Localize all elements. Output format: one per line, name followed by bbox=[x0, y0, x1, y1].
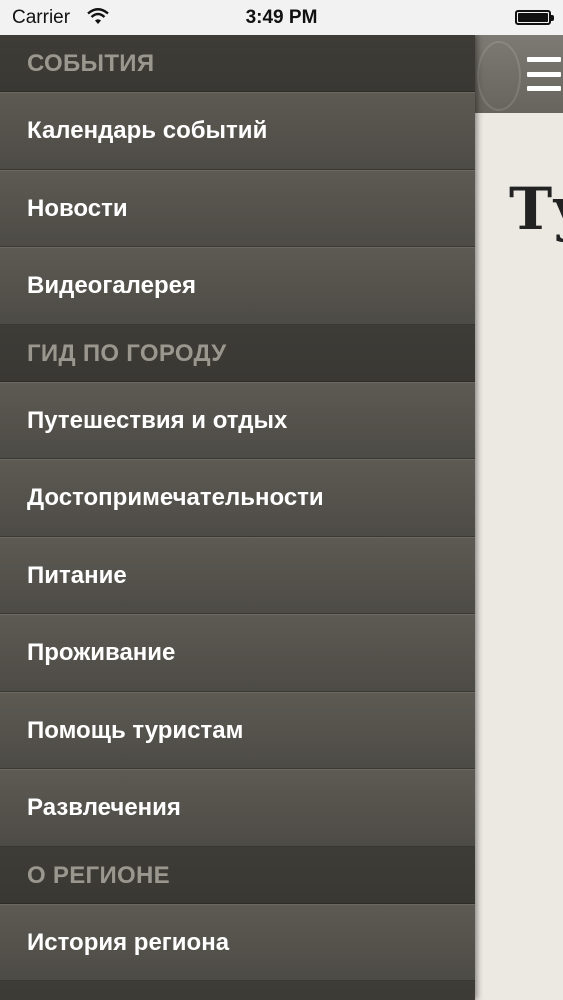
menu-section-header: О РЕГИОНЕ bbox=[0, 846, 475, 904]
page-title: Ту bbox=[509, 175, 563, 243]
hamburger-menu-icon[interactable] bbox=[523, 57, 563, 91]
menu-item[interactable]: Развлечения bbox=[0, 769, 475, 847]
menu-item[interactable]: Календарь событий bbox=[0, 92, 475, 170]
menu-item[interactable]: Помощь туристам bbox=[0, 691, 475, 769]
ornament-decoration bbox=[477, 41, 521, 111]
menu-item[interactable]: Путешествия и отдых bbox=[0, 381, 475, 459]
menu-item[interactable]: Достопримечательности bbox=[0, 459, 475, 537]
menu-item[interactable]: Новости bbox=[0, 169, 475, 247]
menu-item[interactable]: Видеогалерея bbox=[0, 247, 475, 325]
menu-section-header: ГИД ПО ГОРОДУ bbox=[0, 324, 475, 382]
menu-section-header: СОБЫТИЯ bbox=[0, 35, 475, 92]
status-bar: Carrier 3:49 PM bbox=[0, 0, 563, 35]
main-content: Ту bbox=[475, 35, 563, 1000]
menu-section-header: О ПРИЛОЖЕНИИ bbox=[0, 981, 475, 1000]
main-topbar bbox=[475, 35, 563, 113]
clock: 3:49 PM bbox=[245, 7, 318, 28]
menu-item[interactable]: История региона bbox=[0, 903, 475, 981]
battery-icon bbox=[515, 10, 554, 25]
menu-item[interactable]: Проживание bbox=[0, 614, 475, 692]
menu-item[interactable]: Питание bbox=[0, 536, 475, 614]
side-menu: СОБЫТИЯ Календарь событий Новости Видеогале… bbox=[0, 35, 475, 1000]
